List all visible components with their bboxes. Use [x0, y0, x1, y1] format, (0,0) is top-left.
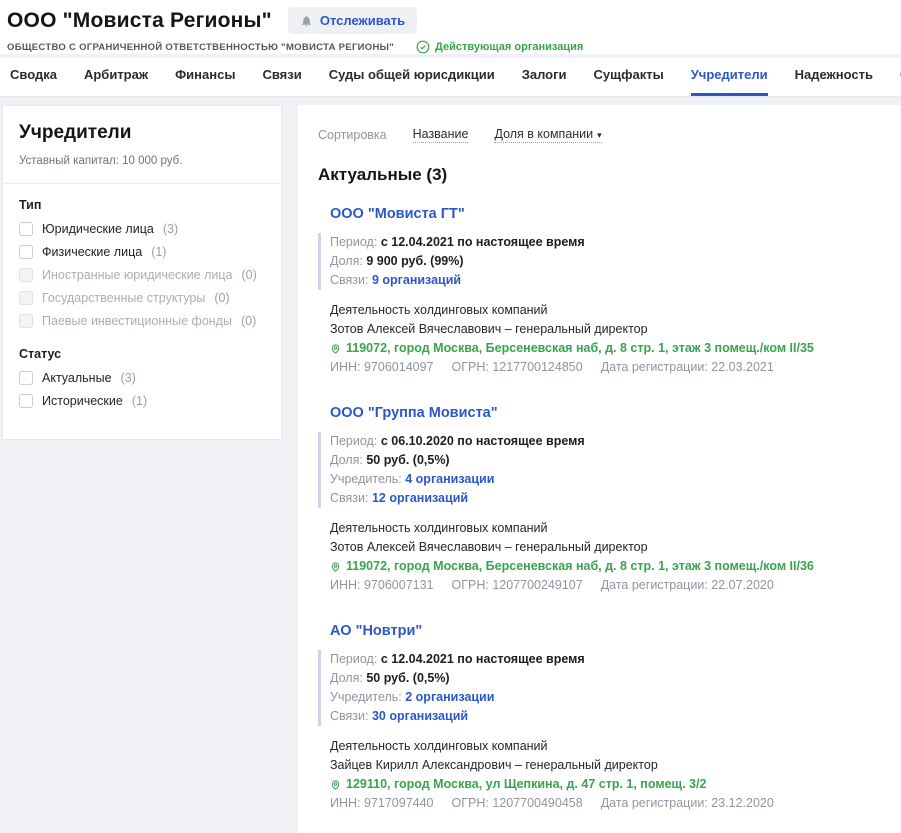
filter-legal-entities[interactable]: Юридические лица (3) — [19, 222, 265, 236]
company-details: Деятельность холдинговых компаний Зотов … — [330, 301, 881, 377]
filter-historical[interactable]: Исторические (1) — [19, 394, 265, 408]
registry-meta: ИНН: 9706014097 ОГРН: 1217700124850 Дата… — [330, 358, 881, 377]
founders-link[interactable]: 4 организации — [405, 472, 494, 486]
founder-card: ООО "Группа Мовиста" Период: с 06.10.202… — [318, 404, 881, 595]
company-link[interactable]: ООО "Мовиста ГТ" — [330, 206, 465, 222]
tab-uchrediteli[interactable]: Учредители — [691, 58, 768, 96]
tab-nadezhnost[interactable]: Надежность — [795, 58, 873, 96]
director-line: Зайцев Кирилл Александрович – генеральны… — [330, 756, 881, 775]
founders-list-panel: Сортировка Название Доля в компании▾ Акт… — [298, 105, 901, 833]
filter-actual[interactable]: Актуальные (3) — [19, 371, 265, 385]
director-line: Зотов Алексей Вячеславович – генеральный… — [330, 538, 881, 557]
inn-value: ИНН: 9706007131 — [330, 576, 434, 595]
bell-icon — [300, 14, 313, 28]
sort-row: Сортировка Название Доля в компании▾ — [318, 127, 881, 143]
founder-info-block: Период: с 12.04.2021 по настоящее время … — [318, 233, 881, 290]
filter-state-structures: Государственные структуры (0) — [19, 291, 265, 305]
checkbox-icon — [19, 268, 33, 282]
address-line: 119072, город Москва, Берсеневская наб, … — [330, 339, 881, 358]
tab-bar: Сводка Арбитраж Финансы Связи Суды общей… — [0, 58, 901, 97]
filter-group-type-title: Тип — [19, 198, 265, 212]
sidebar-title: Учредители — [19, 122, 265, 144]
checkbox-icon[interactable] — [19, 222, 33, 236]
check-circle-icon — [416, 40, 430, 54]
inn-value: ИНН: 9717097440 — [330, 794, 434, 813]
activity-line: Деятельность холдинговых компаний — [330, 737, 881, 756]
activity-line: Деятельность холдинговых компаний — [330, 301, 881, 320]
charter-capital: Уставный капитал: 10 000 руб. — [19, 155, 265, 167]
address-line: 119072, город Москва, Берсеневская наб, … — [330, 557, 881, 576]
connections-link[interactable]: 30 организаций — [372, 709, 468, 723]
follow-button-label: Отслеживать — [320, 13, 405, 28]
checkbox-icon — [19, 291, 33, 305]
company-details: Деятельность холдинговых компаний Зотов … — [330, 519, 881, 595]
location-pin-icon — [330, 560, 341, 574]
sidebar-divider — [3, 183, 281, 184]
company-link[interactable]: АО "Новтри" — [330, 623, 422, 639]
org-status-badge: Действующая организация — [416, 40, 583, 54]
section-title: Актуальные (3) — [318, 165, 881, 185]
reg-date-value: Дата регистрации: 23.12.2020 — [601, 794, 774, 813]
inn-value: ИНН: 9706014097 — [330, 358, 434, 377]
filter-individuals[interactable]: Физические лица (1) — [19, 245, 265, 259]
filter-foreign-entities: Иностранные юридические лица (0) — [19, 268, 265, 282]
ogrn-value: ОГРН: 1207700490458 — [452, 794, 583, 813]
tab-sudy[interactable]: Суды общей юрисдикции — [329, 58, 495, 96]
tab-suschfakty[interactable]: Сущфакты — [594, 58, 664, 96]
filters-sidebar: Учредители Уставный капитал: 10 000 руб.… — [2, 105, 282, 440]
activity-line: Деятельность холдинговых компаний — [330, 519, 881, 538]
tab-arbitrazh[interactable]: Арбитраж — [84, 58, 148, 96]
tab-svodka[interactable]: Сводка — [10, 58, 57, 96]
page-header: ООО "Мовиста Регионы" Отслеживать ОБЩЕСТ… — [0, 0, 901, 54]
checkbox-icon[interactable] — [19, 394, 33, 408]
follow-button[interactable]: Отслеживать — [288, 7, 417, 34]
director-line: Зотов Алексей Вячеславович – генеральный… — [330, 320, 881, 339]
chevron-down-icon: ▾ — [597, 130, 602, 140]
founder-info-block: Период: с 12.04.2021 по настоящее время … — [318, 650, 881, 726]
company-link[interactable]: ООО "Группа Мовиста" — [330, 405, 498, 421]
connections-link[interactable]: 9 организаций — [372, 273, 461, 287]
tab-finansy[interactable]: Финансы — [175, 58, 235, 96]
sort-label: Сортировка — [318, 128, 387, 142]
content-area: Учредители Уставный капитал: 10 000 руб.… — [0, 97, 901, 833]
location-pin-icon — [330, 342, 341, 356]
filter-group-status-title: Статус — [19, 347, 265, 361]
sort-by-name[interactable]: Название — [413, 127, 469, 143]
reg-date-value: Дата регистрации: 22.07.2020 — [601, 576, 774, 595]
checkbox-icon[interactable] — [19, 371, 33, 385]
org-status-label: Действующая организация — [435, 41, 583, 53]
connections-link[interactable]: 12 организаций — [372, 491, 468, 505]
checkbox-icon[interactable] — [19, 245, 33, 259]
company-details: Деятельность холдинговых компаний Зайцев… — [330, 737, 881, 813]
founder-info-block: Период: с 06.10.2020 по настоящее время … — [318, 432, 881, 508]
address-line: 129110, город Москва, ул Щепкина, д. 47 … — [330, 775, 881, 794]
page-title: ООО "Мовиста Регионы" — [7, 9, 272, 33]
founders-link[interactable]: 2 организации — [405, 690, 494, 704]
checkbox-icon — [19, 314, 33, 328]
registry-meta: ИНН: 9706007131 ОГРН: 1207700249107 Дата… — [330, 576, 881, 595]
founder-card: ООО "Мовиста ГТ" Период: с 12.04.2021 по… — [318, 205, 881, 377]
tab-svyazi[interactable]: Связи — [262, 58, 301, 96]
location-pin-icon — [330, 778, 341, 792]
tab-zalogi[interactable]: Залоги — [522, 58, 567, 96]
sort-by-share[interactable]: Доля в компании▾ — [494, 127, 601, 143]
founder-card: АО "Новтри" Период: с 12.04.2021 по наст… — [318, 622, 881, 813]
ogrn-value: ОГРН: 1217700124850 — [452, 358, 583, 377]
company-full-name: ОБЩЕСТВО С ОГРАНИЧЕННОЙ ОТВЕТСТВЕННОСТЬЮ… — [7, 42, 394, 53]
filter-investment-funds: Паевые инвестиционные фонды (0) — [19, 314, 265, 328]
reg-date-value: Дата регистрации: 22.03.2021 — [601, 358, 774, 377]
registry-meta: ИНН: 9717097440 ОГРН: 1207700490458 Дата… — [330, 794, 881, 813]
ogrn-value: ОГРН: 1207700249107 — [452, 576, 583, 595]
